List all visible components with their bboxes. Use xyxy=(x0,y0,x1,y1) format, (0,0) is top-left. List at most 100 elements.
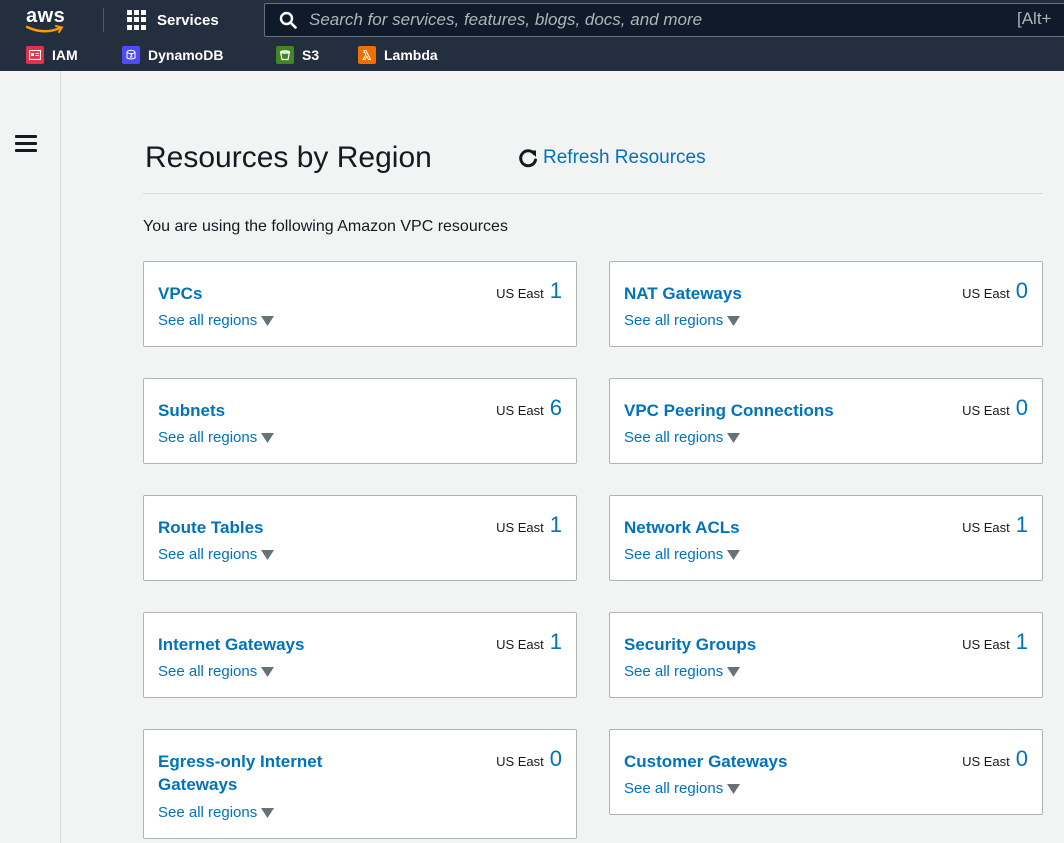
favorite-iam[interactable]: IAM xyxy=(26,45,78,65)
region-label: US East xyxy=(962,286,1010,301)
region-count: US East 0 xyxy=(962,395,1028,421)
resource-count-link[interactable]: 0 xyxy=(1016,395,1028,421)
resource-card-nat-gateways: NAT Gateways US East 0 See all regions xyxy=(609,261,1043,347)
see-all-regions-toggle[interactable]: See all regions xyxy=(624,546,741,563)
see-all-regions-toggle[interactable]: See all regions xyxy=(158,312,275,329)
caret-down-icon xyxy=(727,315,741,326)
see-all-regions-label: See all regions xyxy=(624,780,724,797)
region-label: US East xyxy=(962,403,1010,418)
refresh-resources-button[interactable]: Refresh Resources xyxy=(517,147,706,169)
favorite-s3[interactable]: S3 xyxy=(276,45,319,65)
resource-name-link[interactable]: Subnets xyxy=(158,399,388,422)
iam-icon xyxy=(26,46,44,64)
aws-logo-text: aws xyxy=(26,5,66,27)
resource-count-link[interactable]: 1 xyxy=(1016,629,1028,655)
see-all-regions-toggle[interactable]: See all regions xyxy=(624,780,741,797)
page-title: Resources by Region xyxy=(145,141,432,174)
aws-smile-icon xyxy=(26,25,64,33)
see-all-regions-toggle[interactable]: See all regions xyxy=(158,804,275,821)
region-label: US East xyxy=(496,637,544,652)
region-count: US East 0 xyxy=(496,746,562,772)
see-all-regions-label: See all regions xyxy=(158,429,258,446)
search-shortcut-hint: [Alt+ xyxy=(1017,9,1052,28)
resource-name-link[interactable]: Egress-only Internet Gateways xyxy=(158,750,398,796)
resource-name-link[interactable]: NAT Gateways xyxy=(624,282,854,305)
resource-card-customer-gateways: Customer Gateways US East 0 See all regi… xyxy=(609,729,1043,815)
region-count: US East 1 xyxy=(962,512,1028,538)
resource-card-route-tables: Route Tables US East 1 See all regions xyxy=(143,495,577,581)
region-label: US East xyxy=(496,754,544,769)
resource-name-link[interactable]: Internet Gateways xyxy=(158,633,388,656)
resource-card-subnets: Subnets US East 6 See all regions xyxy=(143,378,577,464)
favorite-label: S3 xyxy=(302,47,320,63)
menu-icon[interactable] xyxy=(15,135,37,153)
favorite-label: Lambda xyxy=(384,47,438,63)
favorite-label: IAM xyxy=(52,47,78,63)
side-navigation-rail xyxy=(0,71,61,843)
see-all-regions-label: See all regions xyxy=(624,663,724,680)
region-count: US East 1 xyxy=(496,278,562,304)
resource-count-link[interactable]: 0 xyxy=(550,746,562,772)
caret-down-icon xyxy=(727,549,741,560)
see-all-regions-toggle[interactable]: See all regions xyxy=(158,429,275,446)
region-label: US East xyxy=(496,520,544,535)
caret-down-icon xyxy=(261,432,275,443)
see-all-regions-toggle[interactable]: See all regions xyxy=(158,663,275,680)
resource-name-link[interactable]: Route Tables xyxy=(158,516,388,539)
see-all-regions-label: See all regions xyxy=(624,312,724,329)
resource-card-internet-gateways: Internet Gateways US East 1 See all regi… xyxy=(143,612,577,698)
resource-name-link[interactable]: VPCs xyxy=(158,282,388,305)
caret-down-icon xyxy=(261,315,275,326)
see-all-regions-toggle[interactable]: See all regions xyxy=(158,546,275,563)
aws-logo[interactable]: aws xyxy=(26,6,72,36)
resource-name-link[interactable]: Customer Gateways xyxy=(624,750,854,773)
region-count: US East 1 xyxy=(962,629,1028,655)
resource-card-egress-only-internet-gateways: Egress-only Internet Gateways US East 0 … xyxy=(143,729,577,839)
region-count: US East 6 xyxy=(496,395,562,421)
top-navigation: aws Services [Alt+ IAM xyxy=(0,0,1064,71)
resource-count-link[interactable]: 1 xyxy=(550,512,562,538)
region-label: US East xyxy=(496,403,544,418)
nav-divider xyxy=(103,8,104,32)
caret-down-icon xyxy=(727,783,741,794)
resources-intro-text: You are using the following Amazon VPC r… xyxy=(143,218,508,235)
resource-name-link[interactable]: Security Groups xyxy=(624,633,854,656)
grid-icon xyxy=(127,10,147,30)
resource-name-link[interactable]: VPC Peering Connections xyxy=(624,399,924,422)
resource-count-link[interactable]: 1 xyxy=(1016,512,1028,538)
dynamodb-icon xyxy=(122,46,140,64)
global-search[interactable] xyxy=(264,3,1064,37)
resource-card-security-groups: Security Groups US East 1 See all region… xyxy=(609,612,1043,698)
services-menu-button[interactable]: Services xyxy=(127,9,219,31)
caret-down-icon xyxy=(261,807,275,818)
see-all-regions-label: See all regions xyxy=(158,663,258,680)
region-count: US East 0 xyxy=(962,278,1028,304)
see-all-regions-label: See all regions xyxy=(158,546,258,563)
caret-down-icon xyxy=(261,666,275,677)
region-count: US East 0 xyxy=(962,746,1028,772)
see-all-regions-toggle[interactable]: See all regions xyxy=(624,663,741,680)
caret-down-icon xyxy=(261,549,275,560)
s3-icon xyxy=(276,46,294,64)
region-label: US East xyxy=(962,520,1010,535)
see-all-regions-toggle[interactable]: See all regions xyxy=(624,429,741,446)
refresh-icon xyxy=(519,149,537,168)
refresh-resources-label: Refresh Resources xyxy=(543,147,706,168)
see-all-regions-label: See all regions xyxy=(158,312,258,329)
see-all-regions-toggle[interactable]: See all regions xyxy=(624,312,741,329)
favorite-dynamodb[interactable]: DynamoDB xyxy=(122,45,223,65)
resource-count-link[interactable]: 1 xyxy=(550,278,562,304)
see-all-regions-label: See all regions xyxy=(158,804,258,821)
favorites-bar: IAM DynamoDB S3 Lambda xyxy=(0,39,1064,71)
resource-count-link[interactable]: 0 xyxy=(1016,746,1028,772)
resource-count-link[interactable]: 6 xyxy=(550,395,562,421)
search-icon xyxy=(279,11,297,29)
region-label: US East xyxy=(962,754,1010,769)
region-label: US East xyxy=(962,637,1010,652)
favorite-lambda[interactable]: Lambda xyxy=(358,45,438,65)
resource-count-link[interactable]: 0 xyxy=(1016,278,1028,304)
search-input[interactable] xyxy=(309,10,929,30)
services-label: Services xyxy=(157,11,219,29)
resource-name-link[interactable]: Network ACLs xyxy=(624,516,854,539)
resource-count-link[interactable]: 1 xyxy=(550,629,562,655)
